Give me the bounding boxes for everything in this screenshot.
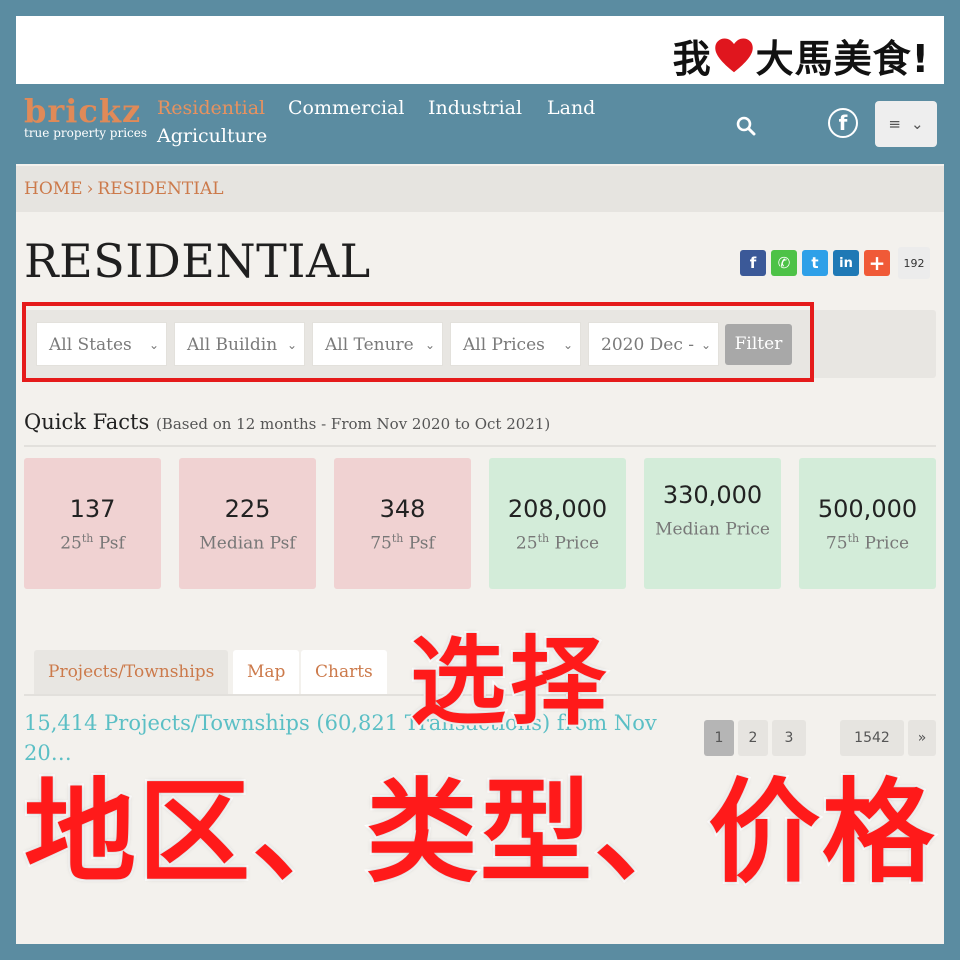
fact-card-median-psf: 225 Median Psf: [179, 458, 316, 589]
logo-wordmark: brickz: [24, 92, 142, 130]
fact-value: 348: [379, 495, 426, 523]
fact-label: Median Psf: [199, 533, 296, 554]
heart-icon: [714, 38, 753, 72]
main-nav: brickz true property prices Residential …: [16, 84, 944, 164]
banner-caption: 我 大馬美食!: [673, 28, 930, 83]
fact-card-75th-psf: 348 75th Psf: [334, 458, 471, 589]
share-bar: f ✆ t in + 192: [740, 247, 930, 279]
breadcrumb-current[interactable]: RESIDENTIAL: [97, 179, 223, 199]
fact-value: 500,000: [817, 495, 918, 523]
fact-value: 330,000: [662, 481, 763, 509]
fact-card-25th-psf: 137 25th Psf: [24, 458, 161, 589]
divider: [24, 445, 936, 447]
logo-tagline: true property prices: [24, 126, 148, 140]
filter-highlight-box: [22, 302, 814, 382]
facebook-share-icon[interactable]: f: [740, 250, 766, 276]
facebook-icon[interactable]: f: [828, 108, 858, 138]
more-share-icon[interactable]: +: [864, 250, 890, 276]
overlay-caption-line2: 地区、类型、价格: [22, 766, 936, 900]
banner-text-right: 大馬美食!: [755, 37, 930, 81]
nav-residential[interactable]: Residential: [157, 97, 265, 119]
banner-text-left: 我: [672, 37, 712, 81]
fact-card-75th-price: 500,000 75th Price: [799, 458, 936, 589]
breadcrumb-home[interactable]: HOME: [24, 179, 83, 199]
page-title: RESIDENTIAL: [24, 234, 371, 288]
search-icon[interactable]: [734, 114, 758, 138]
breadcrumb-separator: ›: [86, 179, 94, 199]
fact-label: 25th Price: [515, 532, 600, 554]
brickz-logo[interactable]: brickz true property prices: [24, 94, 147, 140]
overlay-caption-line1: 选择: [408, 624, 610, 740]
fact-label: 75th Price: [825, 532, 910, 554]
page-frame: 我 大馬美食! brickz true property prices Resi…: [16, 16, 944, 944]
nav-commercial[interactable]: Commercial: [288, 97, 404, 119]
menu-dropdown[interactable]: ≡ ⌄: [875, 101, 937, 147]
linkedin-share-icon[interactable]: in: [833, 250, 859, 276]
nav-agriculture[interactable]: Agriculture: [157, 125, 267, 147]
quick-facts-heading: Quick Facts (Based on 12 months - From N…: [24, 410, 550, 434]
fact-label: 25th Psf: [60, 532, 125, 554]
share-count: 192: [898, 247, 930, 279]
whatsapp-share-icon[interactable]: ✆: [771, 250, 797, 276]
quick-facts-subtitle: (Based on 12 months - From Nov 2020 to O…: [155, 415, 551, 433]
fact-value: 208,000: [507, 495, 608, 523]
breadcrumb: HOME › RESIDENTIAL: [16, 166, 944, 212]
fact-value: 225: [224, 495, 271, 523]
chevron-down-icon: ⌄: [911, 115, 924, 133]
top-banner: 我 大馬美食!: [16, 16, 944, 84]
fact-value: 137: [69, 495, 116, 523]
nav-industrial[interactable]: Industrial: [428, 97, 522, 119]
twitter-share-icon[interactable]: t: [802, 250, 828, 276]
quick-facts-title: Quick Facts: [24, 410, 150, 434]
fact-label: Median Price: [655, 519, 770, 540]
fact-card-25th-price: 208,000 25th Price: [489, 458, 626, 589]
nav-land[interactable]: Land: [547, 97, 595, 119]
hamburger-icon: ≡: [888, 115, 901, 133]
fact-label: 75th Psf: [370, 532, 435, 554]
fact-card-median-price: 330,000 Median Price: [644, 458, 781, 589]
